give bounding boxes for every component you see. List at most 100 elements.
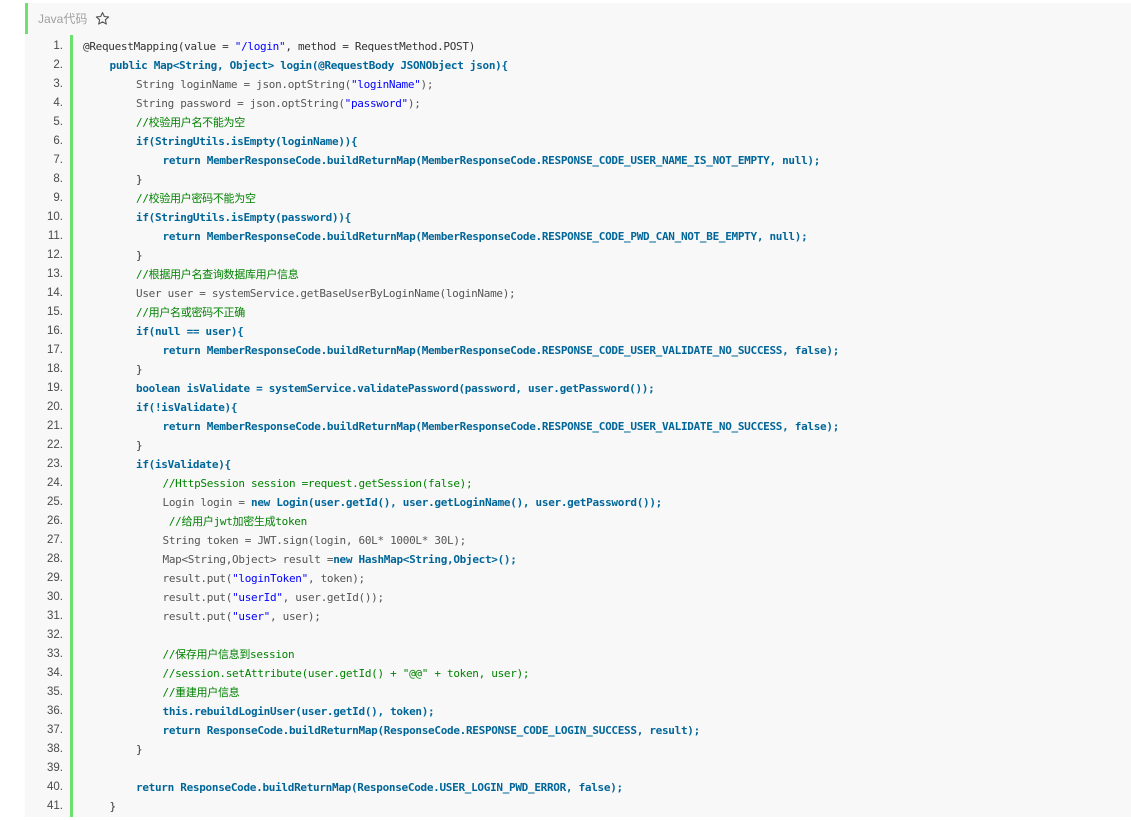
code-token: //根据用户名查询数据库用户信息 — [136, 268, 299, 281]
line-number: 5. — [53, 116, 63, 128]
line-number: 13. — [47, 268, 63, 280]
code-text: } — [136, 170, 143, 189]
code-line: 27. String token = JWT.sign(login, 60L* 1… — [25, 531, 1131, 550]
code-token: "loginName" — [350, 78, 421, 91]
code-text: //重建用户信息 — [163, 683, 240, 702]
code-token: new Login(user.getId(), user.getLoginNam… — [251, 496, 662, 509]
code-token: Map<String,Object> result = — [162, 553, 334, 566]
code-text: return MemberResponseCode.buildReturnMap… — [163, 151, 821, 170]
line-number: 27. — [47, 534, 63, 546]
code-text: //保存用户信息到session — [163, 645, 295, 664]
code-text: if(!isValidate){ — [136, 398, 237, 417]
line-number: 11. — [47, 230, 63, 242]
code-text: return ResponseCode.buildReturnMap(Respo… — [162, 721, 701, 740]
code-line: 36. this.rebuildLoginUser(user.getId(), t… — [25, 702, 1131, 721]
code-token: "/login" — [234, 40, 286, 53]
code-text: if(null == user){ — [136, 322, 244, 341]
line-number: 23. — [47, 458, 63, 470]
code-token: //session.setAttribute(user.getId() + "@… — [162, 667, 530, 680]
code-line: 6. if(StringUtils.isEmpty(loginName)){ — [25, 132, 1131, 151]
code-token: Login login = — [162, 496, 252, 509]
code-token: } — [136, 743, 143, 756]
code-token: result.put( — [162, 572, 233, 585]
code-text: result.put("userId", user.getId()); — [162, 588, 385, 607]
code-text: if(StringUtils.isEmpty(password)){ — [136, 208, 351, 227]
code-token: return MemberResponseCode.buildReturnMap… — [162, 420, 840, 433]
code-text: result.put("user", user); — [163, 607, 321, 626]
line-number: 41. — [47, 800, 63, 812]
code-text: return ResponseCode.buildReturnMap(Respo… — [136, 778, 623, 797]
code-token: , user); — [270, 610, 321, 623]
line-number: 8. — [53, 173, 63, 185]
code-line: 7. return MemberResponseCode.buildReturnM… — [25, 151, 1131, 170]
line-number: 24. — [47, 477, 63, 489]
code-token: "user" — [232, 610, 270, 623]
code-lines[interactable]: 1. @RequestMapping(value = "/login", meth… — [25, 37, 1131, 816]
code-token: //校验用户名不能为空 — [136, 116, 245, 129]
code-text: return MemberResponseCode.buildReturnMap… — [163, 227, 808, 246]
line-number: 30. — [47, 591, 63, 603]
code-line: 37. return ResponseCode.buildReturnMap(Re… — [25, 721, 1131, 740]
code-text: } — [136, 246, 143, 265]
line-number: 1. — [53, 40, 63, 52]
code-token: result.put( — [162, 591, 233, 604]
code-text: //用户名或密码不正确 — [136, 303, 245, 322]
code-line: 34. //session.setAttribute(user.getId() +… — [25, 664, 1131, 683]
code-token: , token); — [307, 572, 365, 585]
line-number: 14. — [47, 287, 63, 299]
code-line: 1. @RequestMapping(value = "/login", meth… — [25, 37, 1131, 56]
code-line: 4. String password = json.optString("pass… — [25, 94, 1131, 113]
star-outline-icon[interactable] — [95, 11, 110, 26]
code-token: User user = systemService.getBaseUserByL… — [136, 287, 516, 300]
code-line: 17. return MemberResponseCode.buildReturn… — [25, 341, 1131, 360]
code-token: "userId" — [232, 591, 283, 604]
code-line: 3. String loginName = json.optString("log… — [25, 75, 1131, 94]
code-text: Login login = new Login(user.getId(), us… — [163, 493, 663, 512]
line-number: 29. — [47, 572, 63, 584]
code-block: Java代码 1. @RequestMapping(value = "/login… — [25, 3, 1131, 817]
line-number: 15. — [47, 306, 63, 318]
code-token: boolean isValidate = systemService.valid… — [136, 382, 655, 395]
code-text: User user = systemService.getBaseUserByL… — [136, 284, 516, 303]
code-token: public Map<String, Object> login(@Reques… — [109, 59, 509, 72]
code-header: Java代码 — [38, 7, 110, 29]
code-text: //给用户jwt加密生成token — [163, 512, 307, 531]
code-token: return ResponseCode.buildReturnMap(Respo… — [162, 724, 701, 737]
code-token: this.rebuildLoginUser(user.getId(), toke… — [162, 705, 435, 718]
code-line: 28. Map<String,Object> result =new HashMa… — [25, 550, 1131, 569]
code-token: } — [136, 173, 143, 186]
line-number: 26. — [47, 515, 63, 527]
code-line: 8.} — [25, 170, 1131, 189]
code-token: //用户名或密码不正确 — [136, 306, 245, 319]
code-text: //根据用户名查询数据库用户信息 — [136, 265, 299, 284]
code-token: "loginToken" — [232, 572, 308, 585]
code-text: boolean isValidate = systemService.valid… — [136, 379, 655, 398]
code-token: return MemberResponseCode.buildReturnMap… — [162, 230, 808, 243]
code-token: return MemberResponseCode.buildReturnMap… — [162, 154, 821, 167]
line-number: 9. — [53, 192, 63, 204]
code-text: return MemberResponseCode.buildReturnMap… — [163, 341, 840, 360]
code-line: 38.} — [25, 740, 1131, 759]
code-token: , user.getId()); — [282, 591, 384, 604]
code-token: } — [136, 249, 143, 262]
code-line: 31. result.put("user", user); — [25, 607, 1131, 626]
line-number: 34. — [47, 667, 63, 679]
code-text: } — [136, 740, 143, 759]
line-number: 17. — [47, 344, 63, 356]
code-line: 41.} — [25, 797, 1131, 816]
code-line: 25. Login login = new Login(user.getId(),… — [25, 493, 1131, 512]
line-number: 18. — [47, 363, 63, 375]
line-number: 21. — [47, 420, 63, 432]
line-number: 4. — [53, 97, 63, 109]
code-text: } — [136, 360, 143, 379]
line-number: 16. — [47, 325, 63, 337]
code-token: //校验用户密码不能为空 — [136, 192, 256, 205]
code-line: 11. return MemberResponseCode.buildReturn… — [25, 227, 1131, 246]
code-line: 29. result.put("loginToken", token); — [25, 569, 1131, 588]
code-token: return ResponseCode.buildReturnMap(Respo… — [136, 781, 623, 794]
line-number: 10. — [47, 211, 63, 223]
code-line: 5. //校验用户名不能为空 — [25, 113, 1131, 132]
code-text: } — [136, 436, 143, 455]
code-token: //重建用户信息 — [162, 686, 240, 699]
code-text: if(isValidate){ — [136, 455, 231, 474]
